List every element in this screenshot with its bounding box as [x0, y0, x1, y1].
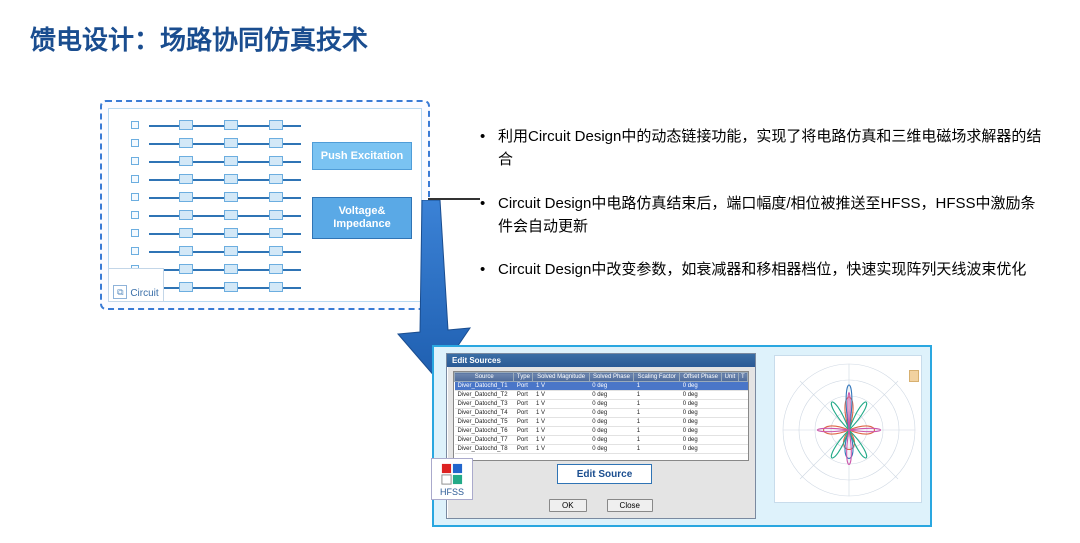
close-button[interactable]: Close: [607, 499, 653, 512]
circuit-label: ⧉ Circuit: [108, 268, 164, 302]
hfss-tag: HFSS: [431, 458, 473, 500]
table-row[interactable]: Diver_Datochd_T2Port1 V0 deg10 deg: [455, 391, 748, 400]
plot-legend-icon: [909, 370, 919, 382]
table-row[interactable]: Diver_Datochd_T4Port1 V0 deg10 deg: [455, 409, 748, 418]
bullet-item: Circuit Design中改变参数，如衰减器和移相器档位，快速实现阵列天线波…: [480, 258, 1050, 281]
description-list: 利用Circuit Design中的动态链接功能，实现了将电路仿真和三维电磁场求…: [480, 125, 1050, 301]
circuit-icon: ⧉: [113, 285, 127, 299]
radiation-pattern-plot: [774, 355, 922, 503]
table-row[interactable]: Diver_Datochd_T7Port1 V0 deg10 deg: [455, 436, 748, 445]
circuit-label-text: Circuit: [130, 288, 158, 299]
edit-source-button[interactable]: Edit Source: [557, 464, 652, 484]
table-row[interactable]: Diver_Datochd_T3Port1 V0 deg10 deg: [455, 400, 748, 409]
edit-sources-dialog: Edit Sources SourceType Solved Magnitude…: [446, 353, 756, 519]
push-excitation-box: Push Excitation: [312, 142, 412, 170]
table-row[interactable]: Diver_Datochd_T8Port1 V0 deg10 deg: [455, 445, 748, 454]
table-row[interactable]: Diver_Datochd_T5Port1 V0 deg10 deg: [455, 418, 748, 427]
bullet-item: Circuit Design中电路仿真结束后，端口幅度/相位被推送至HFSS，H…: [480, 192, 1050, 239]
sources-table[interactable]: SourceType Solved MagnitudeSolved Phase …: [453, 371, 749, 461]
table-row[interactable]: Diver_Datochd_T6Port1 V0 deg10 deg: [455, 427, 748, 436]
table-row[interactable]: Diver_Datochd_T1Port1 V0 deg10 deg: [455, 382, 748, 391]
circuit-wires: [149, 119, 301, 291]
dialog-title: Edit Sources: [447, 354, 755, 367]
page-title: 馈电设计：场路协同仿真技术: [0, 0, 1080, 57]
hfss-panel: Edit Sources SourceType Solved Magnitude…: [432, 345, 932, 527]
table-header-row: SourceType Solved MagnitudeSolved Phase …: [455, 373, 748, 382]
ok-button[interactable]: OK: [549, 499, 587, 512]
hfss-icon: [441, 463, 463, 485]
bullet-item: 利用Circuit Design中的动态链接功能，实现了将电路仿真和三维电磁场求…: [480, 125, 1050, 172]
